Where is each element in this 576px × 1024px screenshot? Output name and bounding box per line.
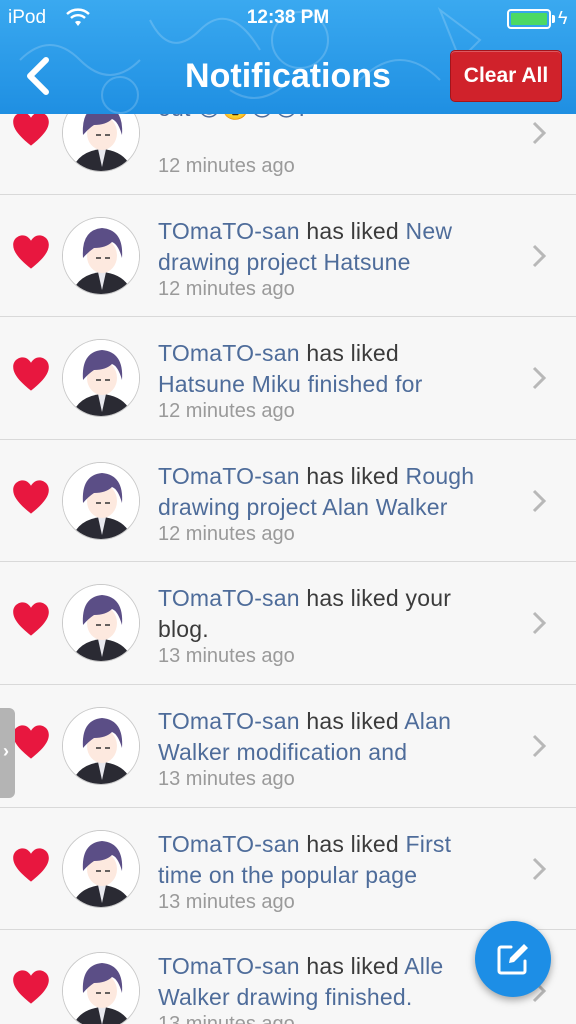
notification-line: drawing project Alan Walker — [158, 492, 518, 523]
notification-line: Walker modification and — [158, 737, 518, 768]
avatar — [62, 952, 140, 1024]
notification-row[interactable]: TOmaTO-san has liked First time on the p… — [0, 807, 576, 931]
post-link[interactable]: drawing project Hatsune — [158, 249, 411, 275]
action-text: has liked your — [299, 585, 452, 612]
chevron-right-icon — [532, 489, 547, 512]
username-link[interactable]: TOmaTO-san — [158, 831, 300, 857]
battery-charging-icon — [507, 9, 551, 29]
notification-text: TOmaTO-san has liked New drawing project… — [158, 216, 518, 278]
post-link[interactable]: Walker modification and — [158, 739, 407, 765]
post-link[interactable]: New — [406, 218, 453, 244]
timestamp: 13 minutes ago — [158, 767, 295, 790]
username-link[interactable]: TOmaTO-san — [158, 340, 300, 366]
post-link[interactable]: Hatsune Miku finished for — [158, 371, 423, 397]
notification-text: TOmaTO-san has liked First time on the p… — [158, 829, 518, 891]
chevron-right-icon — [532, 121, 547, 145]
timestamp: 13 minutes ago — [158, 645, 295, 668]
status-time: 12:38 PM — [246, 7, 330, 28]
chevron-right-icon — [532, 612, 547, 635]
clear-all-button[interactable]: Clear All — [450, 50, 562, 102]
post-link[interactable]: Walker drawing finished. — [158, 984, 413, 1010]
chevron-right-icon — [532, 244, 547, 267]
notification-line: time on the popular page — [158, 860, 518, 891]
timestamp: 13 minutes ago — [158, 890, 295, 913]
timestamp: 12 minutes ago — [158, 400, 295, 423]
notification-line: TOmaTO-san has liked Alle — [158, 951, 518, 982]
action-text: has liked — [299, 830, 406, 857]
notification-line: TOmaTO-san has liked your — [158, 583, 518, 614]
side-tab-arrow-icon: › — [3, 741, 9, 761]
avatar — [62, 461, 140, 540]
post-link[interactable]: Rough — [406, 463, 475, 489]
notification-row[interactable]: TOmaTO-san has liked Rough drawing proje… — [0, 439, 576, 563]
action-text: has liked — [299, 707, 405, 734]
heart-icon — [13, 112, 49, 146]
action-text: has liked — [299, 953, 405, 980]
status-bar: iPod 12:38 PM ϟ — [0, 0, 576, 38]
notification-text: TOmaTO-san has liked Alan Walker modific… — [158, 706, 518, 768]
navigation-bar: iPod 12:38 PM ϟ Notifications Clear All — [0, 0, 576, 114]
username-link[interactable]: TOmaTO-san — [158, 708, 300, 734]
charging-bolt-icon: ϟ — [558, 8, 568, 28]
notification-line: TOmaTO-san has liked — [158, 338, 518, 369]
heart-icon — [13, 725, 49, 759]
username-link[interactable]: TOmaTO-san — [158, 463, 300, 489]
chevron-right-icon — [532, 367, 547, 390]
notification-line: blog. — [158, 614, 518, 645]
post-link[interactable]: Alan — [404, 708, 451, 734]
notification-line: Hatsune Miku finished for — [158, 369, 518, 400]
notification-line: Walker drawing finished. — [158, 982, 518, 1013]
avatar — [62, 339, 140, 418]
heart-icon — [13, 970, 49, 1004]
notification-row[interactable]: TOmaTO-san has liked your blog. 13 minut… — [0, 562, 576, 685]
compose-icon — [497, 944, 528, 975]
avatar — [62, 829, 140, 908]
notification-line: TOmaTO-san has liked Alan — [158, 706, 518, 737]
notification-line: TOmaTO-san has liked Rough — [158, 461, 518, 492]
heart-icon — [13, 234, 49, 269]
timestamp: 13 minutes ago — [158, 1013, 295, 1024]
notification-list: out 😀🙄😐😏. 12 minutes ago TOmaTO-san has … — [0, 72, 576, 1024]
heart-icon — [13, 480, 49, 514]
notification-text: TOmaTO-san has liked Alle Walker drawing… — [158, 951, 518, 1013]
heart-icon — [13, 602, 49, 636]
username-link[interactable]: TOmaTO-san — [158, 218, 300, 244]
notification-line: TOmaTO-san has liked First — [158, 829, 518, 860]
heart-icon — [13, 357, 49, 391]
timestamp: 12 minutes ago — [158, 155, 295, 177]
avatar — [62, 706, 140, 785]
action-text: has liked — [299, 217, 406, 244]
battery-tip — [552, 15, 555, 23]
notification-row[interactable]: TOmaTO-san has liked New drawing project… — [0, 194, 576, 318]
avatar — [62, 584, 140, 663]
notification-row[interactable]: TOmaTO-san has liked Hatsune Miku finish… — [0, 317, 576, 440]
heart-icon — [13, 847, 49, 882]
timestamp: 12 minutes ago — [158, 277, 295, 300]
action-text: has liked — [299, 462, 406, 489]
action-text: blog. — [158, 616, 209, 643]
username-link[interactable]: TOmaTO-san — [158, 585, 300, 611]
post-link[interactable]: drawing project Alan Walker — [158, 494, 448, 520]
notification-line: drawing project Hatsune — [158, 247, 518, 278]
action-text: has liked — [299, 340, 399, 367]
notification-row[interactable]: TOmaTO-san has liked Alan Walker modific… — [0, 684, 576, 808]
avatar — [62, 216, 140, 295]
post-link[interactable]: First — [406, 831, 452, 857]
chevron-right-icon — [532, 857, 547, 880]
notification-text: TOmaTO-san has liked your blog. — [158, 583, 518, 645]
notification-line: TOmaTO-san has liked New — [158, 216, 518, 247]
post-link[interactable]: time on the popular page — [158, 862, 417, 888]
notification-text: TOmaTO-san has liked Hatsune Miku finish… — [158, 338, 518, 400]
notification-text: TOmaTO-san has liked Rough drawing proje… — [158, 461, 518, 523]
chevron-right-icon — [532, 734, 547, 758]
timestamp: 12 minutes ago — [158, 522, 295, 545]
compose-button[interactable] — [475, 921, 551, 997]
username-link[interactable]: TOmaTO-san — [158, 953, 300, 979]
post-link[interactable]: Alle — [404, 953, 443, 979]
side-drawer-tab[interactable]: › — [0, 708, 15, 798]
